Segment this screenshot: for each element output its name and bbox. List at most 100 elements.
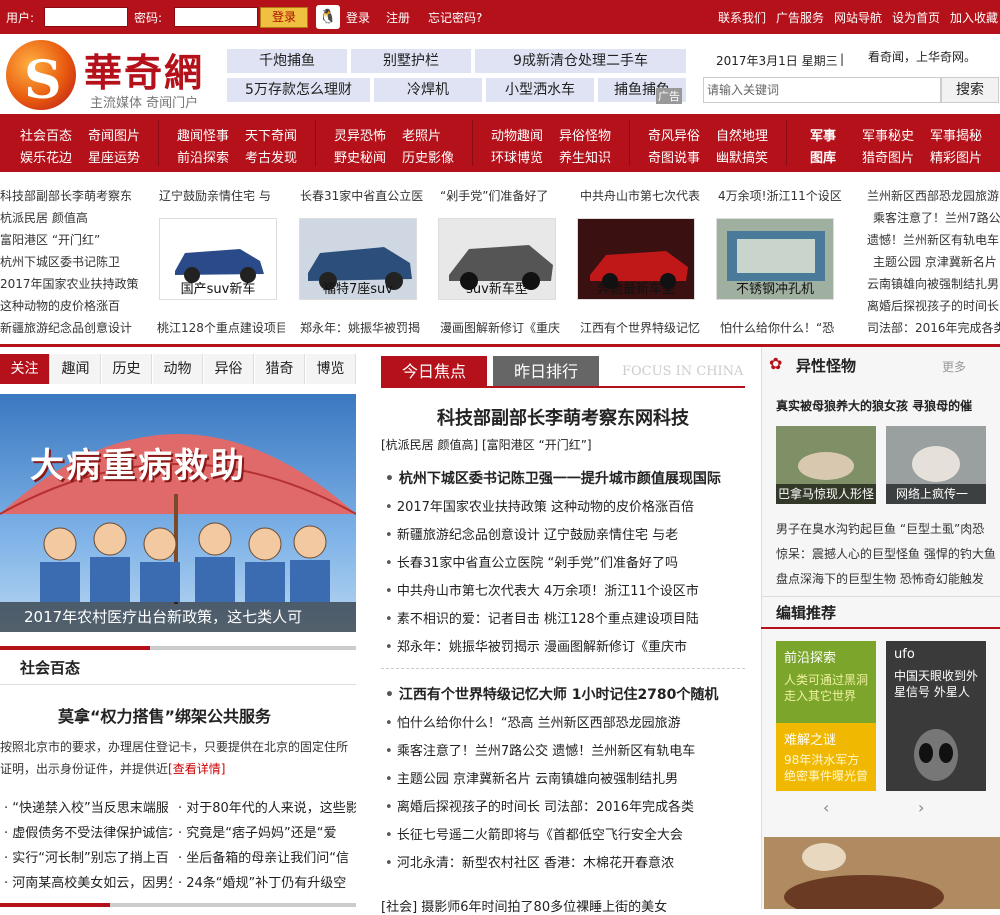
- monster-link[interactable]: 盘点深海下的巨型生物 恐怖奇幻能触发: [776, 570, 998, 587]
- strip-bottom-link[interactable]: 漫画图解新修订《重庆: [440, 319, 568, 336]
- nav-item[interactable]: 前沿探索: [177, 147, 229, 166]
- car-thumbnail[interactable]: 福特7座suv: [299, 218, 417, 300]
- strip-bottom-link[interactable]: 怕什么给你什么！“恐: [720, 319, 844, 336]
- list-item[interactable]: • 主题公园 京津冀新名片 云南镇雄向被强制结扎男: [385, 768, 747, 787]
- nav-item[interactable]: 奇风异俗: [648, 125, 700, 144]
- ad-link[interactable]: 冷焊机: [374, 78, 482, 102]
- strip-right-link[interactable]: 离婚后探视孩子的时间长: [867, 297, 1000, 314]
- strip-left-link[interactable]: 杭派民居 颜值高: [0, 209, 140, 226]
- list-item[interactable]: • 乘客注意了！兰州7路公交 遗憾！兰州新区有轨电车: [385, 740, 747, 759]
- nav-military[interactable]: 军事: [810, 125, 836, 144]
- strip-top-link[interactable]: 长春31家中省直公立医: [300, 187, 426, 204]
- car-thumbnail[interactable]: 国产suv新车: [159, 218, 277, 300]
- section-title-society[interactable]: 社会百态: [20, 657, 80, 678]
- more-link[interactable]: 更多: [942, 358, 966, 375]
- list-item[interactable]: · “快递禁入校”当反思末端服: [4, 797, 172, 816]
- nav-item[interactable]: 养生知识: [559, 147, 611, 166]
- featured-banner[interactable]: 大病重病救助 2017年农村医疗出台新政策，这七类人可: [0, 394, 356, 632]
- chevron-left-icon[interactable]: ‹: [823, 798, 829, 817]
- forgot-password-link[interactable]: 忘记密码?: [428, 9, 482, 26]
- tab-curious[interactable]: 猎奇: [255, 354, 305, 384]
- qq-icon[interactable]: 🐧: [316, 5, 340, 29]
- tab-follow[interactable]: 关注: [0, 354, 50, 384]
- strip-left-link[interactable]: 科技部副部长李萌考察东: [0, 187, 140, 204]
- car-thumbnail[interactable]: suv新车型: [438, 218, 556, 300]
- ad-link[interactable]: 9成新清仓处理二手车: [475, 49, 686, 73]
- list-item[interactable]: [社会] 摄影师6年时间拍了80多位裸睡上街的美女: [381, 896, 745, 915]
- strip-top-link[interactable]: 4万余项!浙江11个设区: [718, 187, 844, 204]
- list-item[interactable]: • 离婚后探视孩子的时间长 司法部：2016年完成各类: [385, 796, 747, 815]
- nav-item[interactable]: 天下奇闻: [245, 125, 297, 144]
- tab-custom[interactable]: 异俗: [204, 354, 254, 384]
- car-thumbnail[interactable]: 奔驰最新车型: [577, 218, 695, 300]
- society-headline[interactable]: 莫拿“权力搭售”绑架公共服务: [58, 703, 271, 727]
- strip-right-link[interactable]: 遗憾！兰州新区有轨电车: [867, 231, 1000, 248]
- strip-bottom-link[interactable]: 桃江128个重点建设项目: [157, 319, 285, 336]
- featured-photo[interactable]: [764, 837, 1000, 909]
- tab-expo[interactable]: 博览: [306, 354, 356, 384]
- strip-left-link[interactable]: 这种动物的皮价格涨百: [0, 297, 140, 314]
- tab-today-focus[interactable]: 今日焦点: [381, 356, 487, 387]
- strip-top-link[interactable]: 中共舟山市第七次代表: [580, 187, 706, 204]
- nav-item[interactable]: 灵异恐怖: [334, 125, 386, 144]
- nav-item[interactable]: 幽默搞笑: [716, 147, 768, 166]
- list-item[interactable]: · 河南某高校美女如云，因男生: [4, 872, 172, 891]
- list-item[interactable]: · 对于80年代的人来说，这些影: [178, 797, 356, 816]
- monster-headline[interactable]: 真实被母狼养大的狼女孩 寻狼母的催: [776, 397, 996, 414]
- list-item[interactable]: • 怕什么给你什么！“恐高 兰州新区西部恐龙园旅游: [385, 712, 747, 731]
- qq-login-link[interactable]: 登录: [346, 9, 370, 26]
- list-item[interactable]: • 2017年国家农业扶持政策 这种动物的皮价格涨百倍: [385, 496, 747, 515]
- list-item[interactable]: · 虚假债务不受法律保护诚信才: [4, 822, 172, 841]
- strip-right-link[interactable]: 云南镇雄向被强制结扎男: [867, 275, 1000, 292]
- strip-right-link[interactable]: 司法部：2016年完成各类: [867, 319, 1000, 336]
- list-item-bold[interactable]: • 杭州下城区委书记陈卫强一一提升城市颜值展现国际: [385, 468, 747, 488]
- ad-link[interactable]: 千炮捕鱼: [227, 49, 347, 73]
- ad-link[interactable]: 小型洒水车: [486, 78, 594, 102]
- center-subline[interactable]: [杭派民居 颜值高] [富阳港区 “开门红”]: [381, 436, 592, 453]
- nav-item[interactable]: 野史秘闻: [334, 147, 386, 166]
- strip-bottom-link[interactable]: 江西有个世界特级记忆: [580, 319, 708, 336]
- strip-right-link[interactable]: 主题公园 京津冀新名片: [873, 253, 1000, 270]
- register-link[interactable]: 注册: [386, 9, 410, 26]
- username-input[interactable]: [44, 7, 128, 27]
- strip-right-link[interactable]: 兰州新区西部恐龙园旅游: [867, 187, 1000, 204]
- nav-gallery[interactable]: 图库: [810, 147, 836, 166]
- top-link-contact[interactable]: 联系我们: [718, 9, 766, 26]
- nav-item[interactable]: 奇图说事: [648, 147, 700, 166]
- monster-link[interactable]: 惊呆：震撼人心的巨型怪鱼 强悍的钓大鱼: [776, 545, 998, 562]
- list-item[interactable]: • 中共舟山市第七次代表大 4万余项！浙江11个设区市: [385, 580, 747, 599]
- nav-item[interactable]: 娱乐花边: [20, 147, 72, 166]
- strip-left-link[interactable]: 富阳港区 “开门红”: [0, 231, 140, 248]
- list-item[interactable]: • 长征七号遥二火箭即将与《首都低空飞行安全大会: [385, 824, 747, 843]
- tab-fun[interactable]: 趣闻: [51, 354, 101, 384]
- strip-top-link[interactable]: “剁手党”们准备好了: [440, 187, 566, 204]
- list-item[interactable]: • 素不相识的爱：记者目击 桃江128个重点建设项目陆: [385, 608, 747, 627]
- nav-item[interactable]: 精彩图片: [930, 147, 982, 166]
- nav-item[interactable]: 历史影像: [402, 147, 454, 166]
- nav-item[interactable]: 奇闻图片: [88, 125, 140, 144]
- section-title-monsters[interactable]: 异性怪物: [796, 355, 856, 376]
- nav-item[interactable]: 自然地理: [716, 125, 768, 144]
- chevron-right-icon[interactable]: ›: [918, 798, 924, 817]
- top-link-homepage[interactable]: 设为首页: [892, 9, 940, 26]
- nav-item[interactable]: 考古发现: [245, 147, 297, 166]
- nav-item[interactable]: 星座运势: [88, 147, 140, 166]
- recommend-card[interactable]: ufo 中国天眼收到外星信号 外星人: [886, 641, 986, 791]
- monster-thumbnail[interactable]: 巴拿马惊现人形怪: [776, 426, 876, 504]
- nav-item[interactable]: 猎奇图片: [862, 147, 914, 166]
- search-button[interactable]: 搜索: [941, 77, 999, 103]
- strip-left-link[interactable]: 2017年国家农业扶持政策: [0, 275, 140, 292]
- banner-caption[interactable]: 2017年农村医疗出台新政策，这七类人可: [0, 602, 356, 632]
- list-item[interactable]: · 究竟是“痞子妈妈”还是“爱: [178, 822, 356, 841]
- recommend-card[interactable]: 难解之谜 98年洪水军方绝密事件曝光曾: [776, 723, 876, 791]
- list-item[interactable]: · 坐后备箱的母亲让我们问“信: [178, 847, 356, 866]
- nav-item[interactable]: 老照片: [402, 125, 441, 144]
- center-headline[interactable]: 科技部副部长李萌考察东网科技: [381, 404, 745, 430]
- tab-yesterday-rank[interactable]: 昨日排行: [493, 356, 599, 387]
- search-input[interactable]: 请输入关键词: [703, 77, 941, 103]
- nav-item[interactable]: 动物趣闻: [491, 125, 543, 144]
- ad-link[interactable]: 5万存款怎么理财: [227, 78, 370, 102]
- list-item[interactable]: • 长春31家中省直公立医院 “剁手党”们准备好了吗: [385, 552, 747, 571]
- logo-icon[interactable]: S: [6, 40, 76, 111]
- strip-left-link[interactable]: 杭州下城区委书记陈卫: [0, 253, 140, 270]
